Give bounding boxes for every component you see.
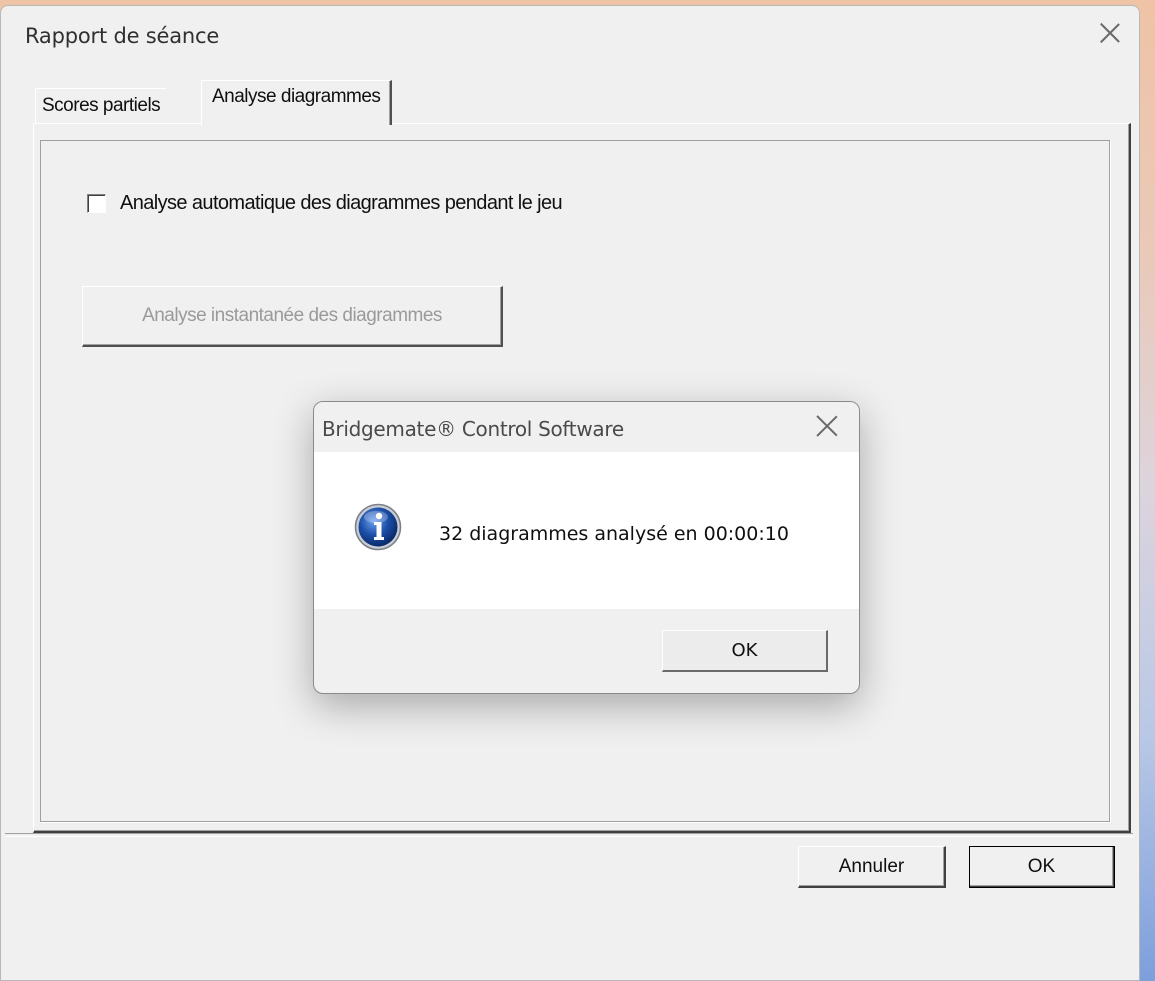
dialog-ok-button[interactable]: OK bbox=[662, 630, 828, 672]
ok-button[interactable]: OK bbox=[969, 846, 1115, 888]
cancel-button[interactable]: Annuler bbox=[798, 846, 946, 888]
footer-separator bbox=[5, 833, 1133, 837]
dialog-close-icon[interactable] bbox=[813, 412, 841, 440]
tab-analyse-diagrammes[interactable]: Analyse diagrammes bbox=[201, 80, 393, 125]
info-icon bbox=[354, 503, 402, 551]
tab-scores-partiels[interactable]: Scores partiels bbox=[35, 88, 167, 123]
close-icon[interactable] bbox=[1093, 16, 1127, 50]
dialog-message: 32 diagrammes analysé en 00:00:10 bbox=[439, 523, 789, 545]
window-title: Rapport de séance bbox=[25, 24, 220, 48]
auto-analysis-checkbox[interactable] bbox=[87, 194, 106, 213]
auto-analysis-label[interactable]: Analyse automatique des diagrammes penda… bbox=[120, 192, 563, 215]
dialog-body: 32 diagrammes analysé en 00:00:10 bbox=[314, 452, 859, 609]
instant-analysis-button: Analyse instantanée des diagrammes bbox=[82, 286, 503, 347]
info-dialog: Bridgemate® Control Software 32 diagramm… bbox=[313, 401, 860, 694]
dialog-title: Bridgemate® Control Software bbox=[322, 417, 624, 441]
dialog-titlebar: Bridgemate® Control Software bbox=[314, 402, 859, 452]
